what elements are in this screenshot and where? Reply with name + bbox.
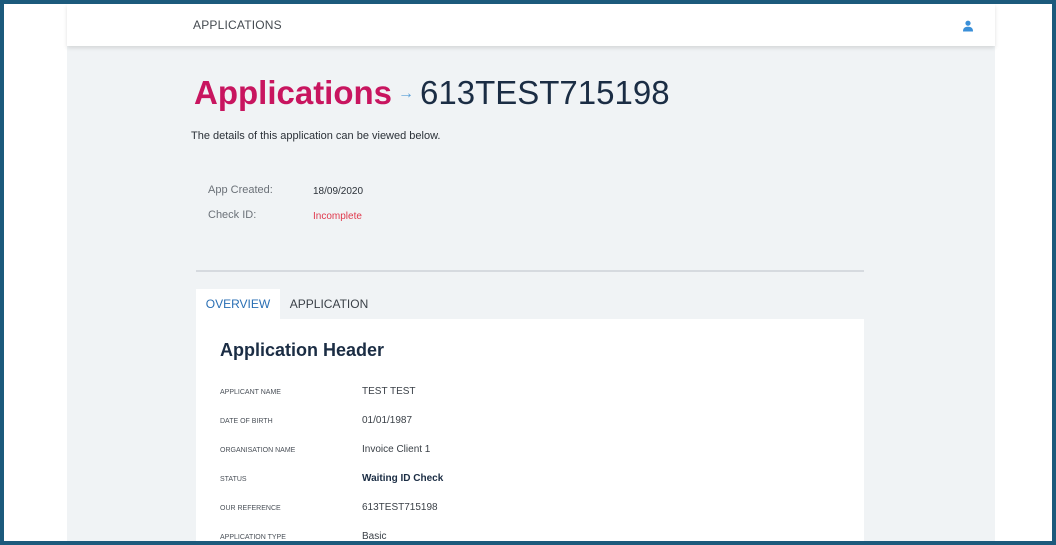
organisation-name-value: Invoice Client 1 xyxy=(362,444,431,455)
arrow-right-icon: → xyxy=(398,85,415,102)
applicant-name-label: APPLICANT NAME xyxy=(220,389,281,396)
tab-application[interactable]: APPLICATION xyxy=(280,289,378,319)
organisation-name-label: ORGANISATION NAME xyxy=(220,447,296,454)
app-created-value: 18/09/2020 xyxy=(313,186,364,197)
app-created-label: App Created: xyxy=(208,184,273,196)
panel-title: Application Header xyxy=(220,340,385,360)
app-container: APPLICATIONS Applications → 613TEST715198 … xyxy=(67,4,995,541)
breadcrumb-applications[interactable]: Applications xyxy=(194,74,392,111)
browser-frame: APPLICATIONS Applications → 613TEST715198 … xyxy=(4,4,1052,541)
top-bar: APPLICATIONS xyxy=(67,4,995,46)
tab-overview[interactable]: OVERVIEW xyxy=(196,289,280,319)
page-title: Applications → 613TEST715198 xyxy=(194,74,670,112)
section-divider xyxy=(196,270,864,272)
date-of-birth-label: DATE OF BIRTH xyxy=(220,418,273,425)
overview-panel: Application Header APPLICANT NAME TEST T… xyxy=(196,319,864,541)
page-subtitle: The details of this application can be v… xyxy=(191,130,441,142)
our-reference-label: OUR REFERENCE xyxy=(220,505,281,512)
date-of-birth-value: 01/01/1987 xyxy=(362,415,413,426)
application-reference: 613TEST715198 xyxy=(420,74,670,111)
check-id-status: Incomplete xyxy=(313,211,362,222)
applicant-name-value: TEST TEST xyxy=(362,386,416,397)
check-id-label: Check ID: xyxy=(208,209,257,221)
nav-applications-link[interactable]: APPLICATIONS xyxy=(193,18,282,32)
user-icon[interactable] xyxy=(962,20,974,32)
our-reference-value: 613TEST715198 xyxy=(362,502,438,513)
application-type-value: Basic xyxy=(362,531,387,541)
application-type-label: APPLICATION TYPE xyxy=(220,534,286,541)
status-label: STATUS xyxy=(220,476,247,483)
status-value: Waiting ID Check xyxy=(362,473,444,484)
